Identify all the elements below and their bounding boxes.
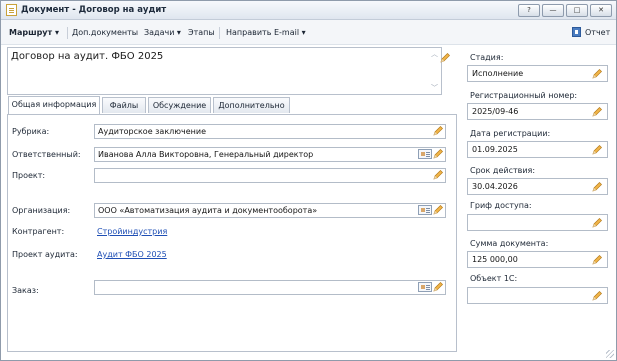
amount-label: Сумма документа:: [470, 239, 549, 248]
report-icon[interactable]: [572, 27, 581, 37]
subject-textarea[interactable]: Договор на аудит. ФБО 2025 ︿ ﹀: [7, 47, 442, 95]
pencil-icon[interactable]: [591, 68, 603, 80]
object1c-field[interactable]: [467, 287, 608, 304]
pencil-icon[interactable]: [432, 125, 444, 137]
tab-additional[interactable]: Дополнительно: [213, 97, 290, 113]
dop-docs-button[interactable]: Доп.документы: [72, 28, 138, 37]
reg-date-label: Дата регистрации:: [470, 129, 551, 138]
object1c-label: Объект 1С:: [470, 274, 518, 283]
validity-label: Срок действия:: [470, 166, 536, 175]
send-email-label: Направить E-mail: [226, 28, 300, 37]
resize-grip[interactable]: [606, 350, 614, 358]
tab-discussion[interactable]: Обсуждение: [148, 97, 211, 113]
counterparty-label: Контрагент:: [12, 227, 65, 236]
contact-card-icon[interactable]: [418, 282, 432, 292]
pencil-icon[interactable]: [591, 290, 603, 302]
amount-field[interactable]: 125 000,00: [467, 251, 608, 268]
responsible-value: Иванова Алла Викторовна, Генеральный дир…: [98, 150, 314, 159]
route-label: Маршрут: [9, 28, 53, 37]
counterparty-link[interactable]: Стройиндустрия: [97, 227, 167, 236]
project-label: Проект:: [12, 171, 46, 180]
stages-button[interactable]: Этапы: [188, 28, 215, 37]
subject-text: Договор на аудит. ФБО 2025: [11, 51, 164, 62]
stage-label: Стадия:: [470, 53, 504, 62]
access-field[interactable]: [467, 214, 608, 231]
contact-card-icon[interactable]: [418, 205, 432, 215]
tab-files[interactable]: Файлы: [102, 97, 146, 113]
scroll-up-icon[interactable]: ︿: [431, 51, 439, 58]
minimize-button[interactable]: —: [542, 4, 564, 17]
report-button[interactable]: Отчет: [585, 28, 610, 37]
organization-value: ООО «Автоматизация аудита и документообо…: [98, 206, 318, 215]
pencil-icon[interactable]: [432, 204, 444, 216]
pencil-icon[interactable]: [591, 106, 603, 118]
toolbar: Маршрут ▾ Доп.документы Задачи ▾ Этапы Н…: [1, 20, 616, 45]
reg-date-value: 01.09.2025: [472, 145, 518, 154]
audit-project-label: Проект аудита:: [12, 250, 78, 259]
reg-date-field[interactable]: 01.09.2025: [467, 141, 608, 158]
toolbar-divider: [219, 27, 220, 39]
pencil-icon[interactable]: [591, 217, 603, 229]
project-field[interactable]: [94, 168, 446, 183]
tasks-label: Задачи: [144, 28, 175, 37]
rubric-value: Аудиторское заключение: [98, 127, 206, 136]
route-menu[interactable]: Маршрут ▾: [9, 28, 59, 37]
tasks-menu[interactable]: Задачи ▾: [144, 28, 181, 37]
stage-value: Исполнение: [472, 69, 524, 78]
organization-label: Организация:: [12, 206, 71, 215]
order-label: Заказ:: [12, 286, 39, 295]
responsible-field[interactable]: Иванова Алла Викторовна, Генеральный дир…: [94, 147, 446, 162]
pencil-icon[interactable]: [591, 181, 603, 193]
pencil-icon[interactable]: [432, 169, 444, 181]
reg-number-label: Регистрационный номер:: [470, 91, 578, 100]
reg-number-field[interactable]: 2025/09-46: [467, 103, 608, 120]
title-bar: Документ - Договор на аудит ? — □ ✕: [1, 1, 616, 20]
help-button[interactable]: ?: [518, 4, 540, 17]
pencil-icon[interactable]: [591, 144, 603, 156]
scroll-down-icon[interactable]: ﹀: [431, 85, 439, 92]
toolbar-divider: [67, 27, 68, 39]
reg-number-value: 2025/09-46: [472, 107, 519, 116]
pencil-icon[interactable]: [432, 281, 444, 293]
stage-field[interactable]: Исполнение: [467, 65, 608, 82]
document-window: Документ - Договор на аудит ? — □ ✕ Марш…: [0, 0, 617, 361]
maximize-button[interactable]: □: [566, 4, 588, 17]
pencil-icon[interactable]: [432, 148, 444, 160]
rubric-field[interactable]: Аудиторское заключение: [94, 124, 446, 139]
pencil-icon[interactable]: [591, 254, 603, 266]
order-field[interactable]: [94, 280, 446, 295]
window-title: Документ - Договор на аудит: [21, 5, 167, 15]
document-icon: [6, 4, 17, 16]
organization-field[interactable]: ООО «Автоматизация аудита и документообо…: [94, 203, 446, 218]
validity-value: 30.04.2026: [472, 182, 518, 191]
audit-project-link[interactable]: Аудит ФБО 2025: [97, 250, 167, 259]
contact-card-icon[interactable]: [418, 149, 432, 159]
tab-general[interactable]: Общая информация: [8, 96, 100, 114]
validity-field[interactable]: 30.04.2026: [467, 178, 608, 195]
responsible-label: Ответственный:: [12, 150, 81, 159]
rubric-label: Рубрика:: [12, 127, 50, 136]
amount-value: 125 000,00: [472, 255, 518, 264]
send-email-menu[interactable]: Направить E-mail ▾: [226, 28, 306, 37]
access-label: Гриф доступа:: [470, 201, 532, 210]
pencil-icon[interactable]: [439, 52, 451, 64]
close-button[interactable]: ✕: [590, 4, 612, 17]
